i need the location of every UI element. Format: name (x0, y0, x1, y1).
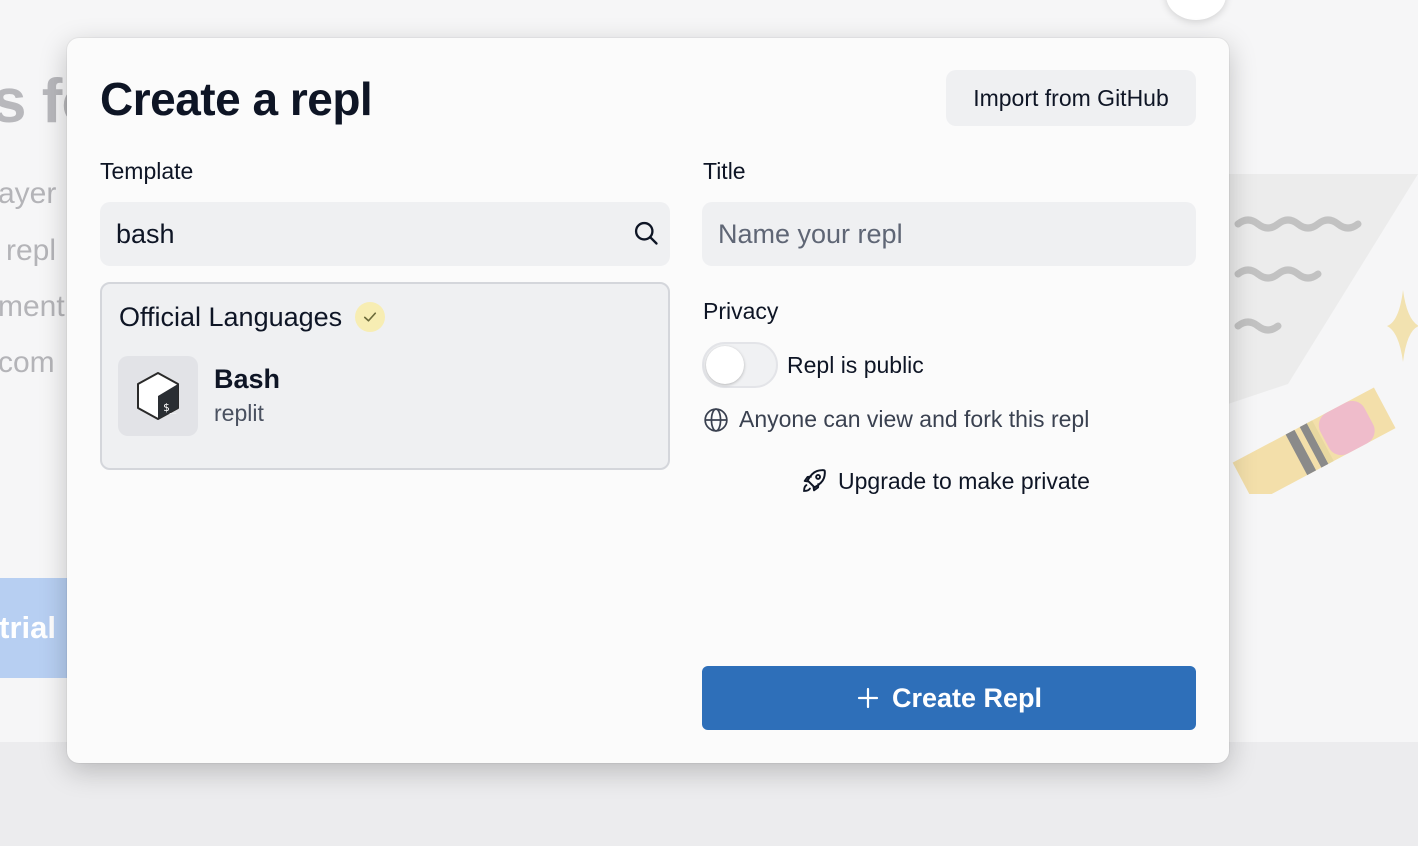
create-repl-label: Create Repl (891, 682, 1043, 713)
verified-check-icon (355, 302, 385, 332)
search-icon[interactable] (632, 219, 660, 247)
privacy-toggle[interactable] (702, 342, 778, 388)
upgrade-to-private-link[interactable]: Upgrade to make private (800, 465, 1090, 497)
template-result-name: Bash (214, 364, 281, 394)
background-text-line: repl (6, 234, 57, 267)
background-text-line: ment (0, 290, 65, 323)
create-repl-button[interactable]: Create Repl (702, 666, 1196, 730)
privacy-toggle-label: Repl is public (787, 352, 924, 378)
template-results-panel: Official Languages $_ Bash replit (100, 282, 670, 470)
template-search-input[interactable] (100, 202, 670, 266)
rocket-icon (803, 469, 826, 492)
pencil-illustration (1228, 174, 1418, 494)
create-repl-modal: Create a repl Import from GitHub Templat… (67, 38, 1229, 763)
privacy-label: Privacy (703, 298, 779, 324)
results-group-title: Official Languages (119, 302, 343, 332)
import-from-github-button[interactable]: Import from GitHub (946, 70, 1196, 126)
background-text-line: com (0, 346, 55, 379)
template-label: Template (100, 158, 194, 184)
background-trial-button[interactable]: trial (0, 578, 70, 678)
privacy-toggle-knob (706, 346, 744, 384)
upgrade-link-label: Upgrade to make private (838, 467, 1090, 494)
background-text-line: ayer (0, 177, 57, 210)
repl-title-input[interactable] (702, 202, 1196, 266)
template-result-owner: replit (214, 400, 264, 426)
privacy-description: Anyone can view and fork this repl (739, 406, 1090, 432)
modal-title: Create a repl (100, 73, 373, 125)
globe-icon (704, 408, 728, 432)
plus-icon (857, 687, 879, 709)
svg-text:$_: $_ (163, 401, 177, 414)
background-trial-label: trial (0, 610, 56, 645)
template-result-item[interactable]: $_ Bash replit (118, 356, 658, 436)
bash-terminal-icon: $_ (118, 356, 198, 436)
title-label: Title (703, 158, 746, 184)
